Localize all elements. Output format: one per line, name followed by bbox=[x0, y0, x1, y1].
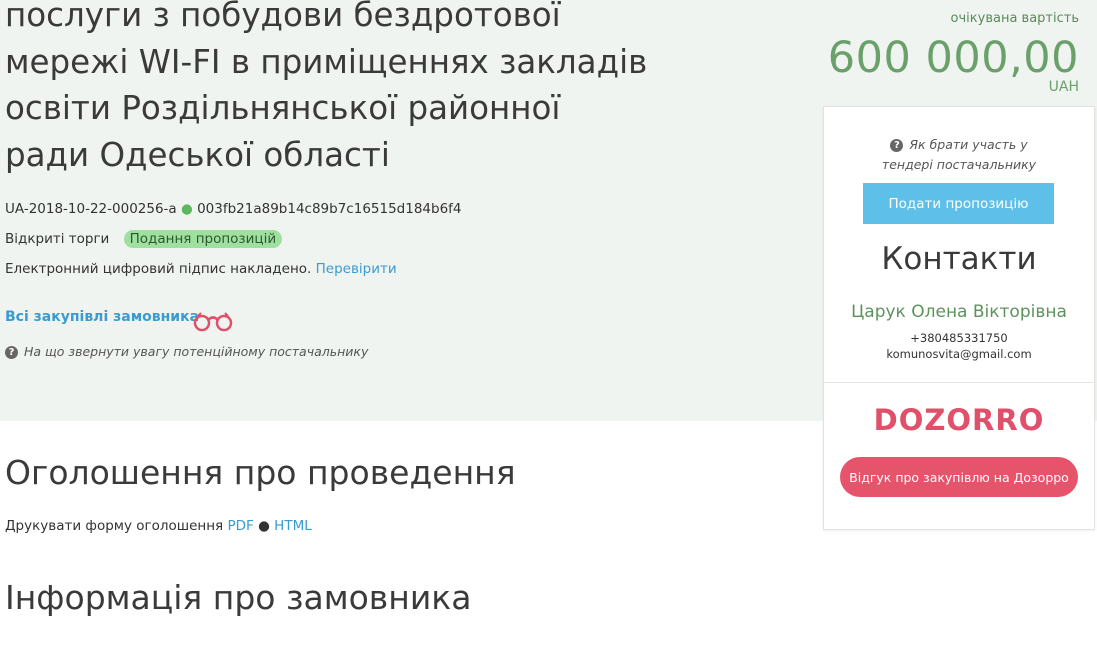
all-customer-purchases-link[interactable]: Всі закупівлі замовника bbox=[5, 309, 199, 325]
tender-id-row: UA-2018-10-22-000256-a ● 003fb21a89b14c8… bbox=[5, 201, 462, 217]
contact-name: Царук Олена Вікторівна bbox=[851, 302, 1067, 322]
contacts-heading: Контакти bbox=[881, 241, 1037, 277]
contact-email: komunosvita@gmail.com bbox=[886, 347, 1032, 361]
verify-signature-link[interactable]: Перевірити bbox=[316, 261, 397, 277]
question-icon: ? bbox=[890, 139, 904, 152]
how-to-participate-link[interactable]: ? Як брати участь у тендері постачальнику bbox=[824, 135, 1094, 175]
binoculars-icon[interactable] bbox=[192, 311, 236, 337]
question-icon: ? bbox=[5, 346, 18, 359]
announcement-heading: Оголошення про проведення bbox=[5, 453, 516, 492]
expected-cost-label: очікувана вартість bbox=[950, 11, 1079, 26]
sidebar-panel: ? Як брати участь у тендері постачальнику… bbox=[823, 106, 1095, 530]
attention-text: На що звернути увагу потенційному постач… bbox=[24, 344, 369, 359]
separator-dot: ● bbox=[258, 518, 270, 534]
how-to-participate-text: Як брати участь у тендері постачальнику bbox=[881, 137, 1037, 172]
print-form-row: Друкувати форму оголошення PDF ● HTML bbox=[5, 518, 312, 534]
customer-info-heading: Інформація про замовника bbox=[5, 578, 472, 617]
supplier-attention-hint[interactable]: ? На що звернути увагу потенційному поста… bbox=[5, 344, 368, 359]
signature-row: Електронний цифровий підпис накладено. П… bbox=[5, 261, 397, 277]
tender-id: UA-2018-10-22-000256-a bbox=[5, 201, 177, 217]
signature-text: Електронний цифровий підпис накладено. bbox=[5, 261, 312, 277]
submit-proposal-button[interactable]: Подати пропозицію bbox=[863, 183, 1054, 224]
print-pdf-link[interactable]: PDF bbox=[227, 518, 253, 534]
procurement-type-row: Відкриті торги Подання пропозицій bbox=[5, 230, 283, 248]
tender-title: послуги з побудови бездротової мережі WI… bbox=[5, 0, 648, 178]
print-html-link[interactable]: HTML bbox=[274, 518, 312, 534]
contact-phone: +380485331750 bbox=[910, 331, 1008, 345]
tender-hash: 003fb21a89b14c89b7c16515d184b6f4 bbox=[197, 201, 462, 217]
expected-cost-value: 600 000,00 bbox=[827, 33, 1079, 83]
tender-title-line: ради Одеської області bbox=[5, 135, 390, 174]
tender-title-line: мережі WI-FI в приміщеннях закладів bbox=[5, 42, 648, 81]
dozorro-feedback-button[interactable]: Відгук про закупівлю на Дозорро bbox=[840, 457, 1078, 497]
status-badge: Подання пропозицій bbox=[123, 230, 283, 248]
separator-dot: ● bbox=[181, 201, 193, 217]
procurement-type: Відкриті торги bbox=[5, 231, 110, 247]
tender-title-line: послуги з побудови бездротової bbox=[5, 0, 561, 34]
sidebar-divider bbox=[824, 382, 1094, 383]
print-form-label: Друкувати форму оголошення bbox=[5, 518, 224, 534]
tender-title-line: освіти Роздільнянської районної bbox=[5, 89, 561, 127]
expected-cost-currency: UAH bbox=[1048, 79, 1079, 95]
dozorro-logo: DOZORRO bbox=[873, 403, 1045, 437]
